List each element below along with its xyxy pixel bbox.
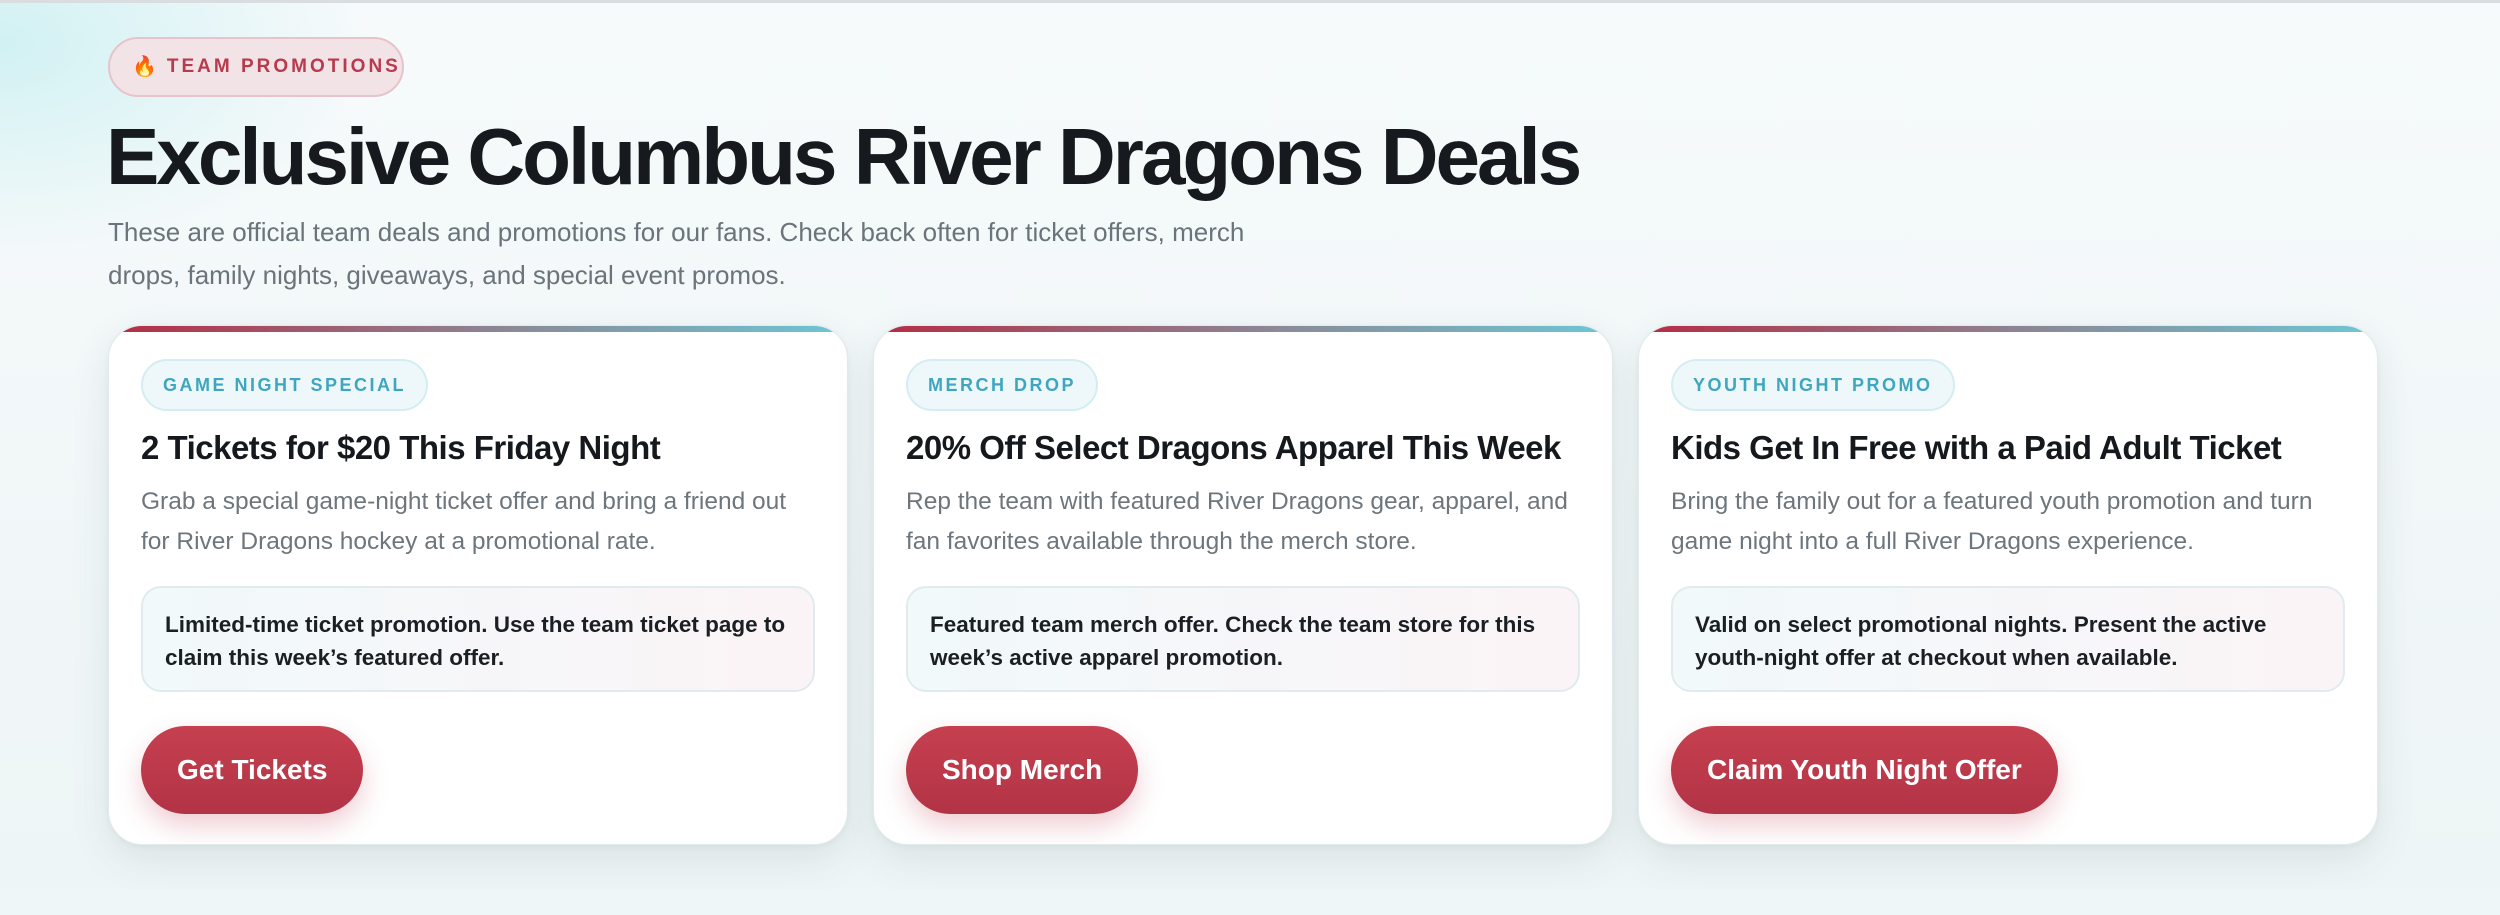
promo-title: 2 Tickets for $20 This Friday Night [141, 429, 661, 466]
promo-description: Bring the family out for a featured yout… [1671, 488, 2313, 555]
fire-icon: 🔥 [132, 56, 157, 78]
promo-tag: YOUTH NIGHT PROMO [1671, 359, 1955, 411]
section-divider [0, 889, 2500, 915]
card-accent-bar [874, 326, 1612, 332]
section-badge: 🔥 TEAM PROMOTIONS [108, 37, 404, 97]
get-tickets-button[interactable]: Get Tickets [141, 726, 364, 814]
page-title: Exclusive Columbus River Dragons Deals [106, 112, 1582, 201]
card-accent-bar [109, 326, 847, 332]
promo-tag: MERCH DROP [906, 359, 1099, 411]
intro-text: These are official team deals and promot… [108, 217, 1245, 290]
promo-card-merch: MERCH DROP 20% Off Select Dragons Appare… [873, 325, 1613, 845]
promo-card-youth: YOUTH NIGHT PROMO Kids Get In Free with … [1638, 325, 2378, 845]
promo-title: Kids Get In Free with a Paid Adult Ticke… [1671, 429, 2282, 466]
promo-description: Rep the team with featured River Dragons… [906, 488, 1568, 555]
promo-title: 20% Off Select Dragons Apparel This Week [906, 429, 1561, 466]
shop-merch-button[interactable]: Shop Merch [906, 726, 1139, 814]
card-accent-bar [1639, 326, 2377, 332]
promo-tag: GAME NIGHT SPECIAL [141, 359, 429, 411]
claim-youth-offer-button[interactable]: Claim Youth Night Offer [1671, 726, 2058, 814]
promo-note: Valid on select promotional nights. Pres… [1671, 586, 2345, 692]
promo-note: Featured team merch offer. Check the tea… [906, 586, 1580, 692]
promotions-section: 🔥 TEAM PROMOTIONS Exclusive Columbus Riv… [0, 3, 2500, 889]
promo-note: Limited-time ticket promotion. Use the t… [141, 586, 815, 692]
section-badge-label: TEAM PROMOTIONS [166, 56, 401, 77]
promo-description: Grab a special game-night ticket offer a… [141, 488, 787, 555]
promo-card-tickets: GAME NIGHT SPECIAL 2 Tickets for $20 Thi… [108, 325, 848, 845]
